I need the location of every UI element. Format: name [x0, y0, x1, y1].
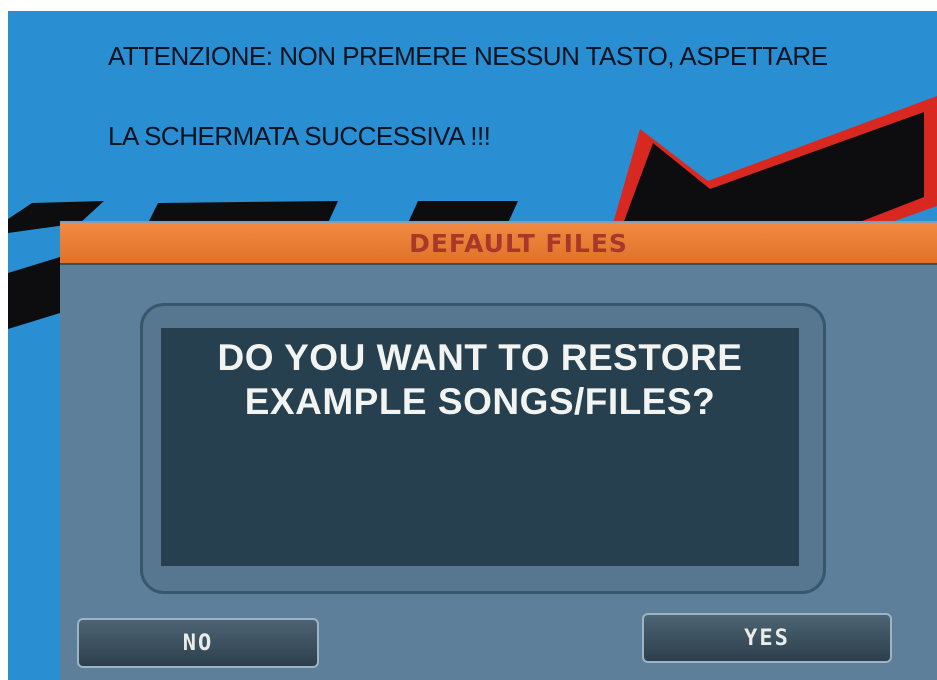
yes-button[interactable]: YES: [642, 613, 892, 663]
no-button[interactable]: NO: [77, 618, 319, 668]
dialog-title-bar: DEFAULT FILES: [60, 223, 937, 265]
logo-stripe-lower: [8, 257, 60, 329]
message-panel: DO YOU WANT TO RESTORE EXAMPLE SONGS/FIL…: [161, 328, 799, 566]
message-line-2: EXAMPLE SONGS/FILES?: [244, 381, 716, 422]
instrument-display: ATTENZIONE: NON PREMERE NESSUN TASTO, AS…: [8, 11, 937, 680]
dialog-message: DO YOU WANT TO RESTORE EXAMPLE SONGS/FIL…: [161, 336, 799, 424]
warning-notice-line-2: LA SCHERMATA SUCCESSIVA !!!: [108, 121, 491, 151]
logo-letters-mid: [148, 201, 338, 223]
logo-letters-right: [408, 201, 518, 223]
logo-star-inner: [620, 112, 924, 232]
dialog-title: DEFAULT FILES: [409, 228, 628, 258]
message-line-1: DO YOU WANT TO RESTORE: [217, 337, 743, 378]
warning-notice-line-1: ATTENZIONE: NON PREMERE NESSUN TASTO, AS…: [108, 41, 828, 71]
default-files-dialog: DEFAULT FILES DO YOU WANT TO RESTORE EXA…: [60, 221, 937, 680]
